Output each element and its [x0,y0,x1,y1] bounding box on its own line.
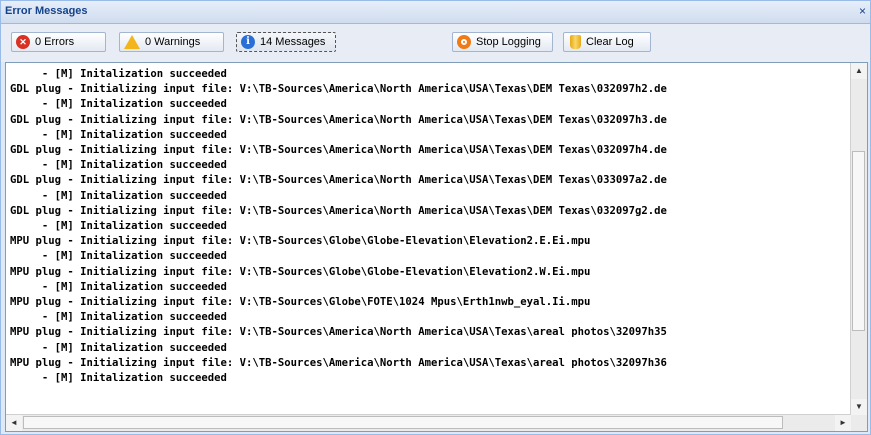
log-line: - [M] Initalization succeeded [10,280,227,293]
log-line: - [M] Initalization succeeded [10,220,227,233]
log-line: - [M] Initalization succeeded [10,128,227,141]
warning-icon [124,35,140,49]
horizontal-scrollbar[interactable]: ◄ ► [6,414,851,431]
log-line: MPU plug - Initializing input file: V:\T… [10,235,591,248]
log-line: - [M] Initalization succeeded [10,250,227,263]
log-lines: - [M] Initalization succeeded GDL plug - … [10,67,852,411]
clear-log-button[interactable]: Clear Log [563,32,651,52]
log-line: MPU plug - Initializing input file: V:\T… [10,326,667,339]
vertical-scrollbar[interactable]: ▲ ▼ [850,63,867,415]
warnings-filter-button[interactable]: 0 Warnings [119,32,224,52]
log-line: MPU plug - Initializing input file: V:\T… [10,265,591,278]
log-line: - [M] Initalization succeeded [10,372,227,385]
log-line: - [M] Initalization succeeded [10,189,227,202]
errors-filter-button[interactable]: 0 Errors [11,32,106,52]
clear-log-icon [570,35,581,49]
stop-logging-label: Stop Logging [476,36,541,48]
log-line: GDL plug - Initializing input file: V:\T… [10,83,667,96]
messages-filter-button[interactable]: 14 Messages [236,32,336,52]
stop-logging-button[interactable]: Stop Logging [452,32,553,52]
scroll-up-icon[interactable]: ▲ [851,63,867,79]
info-icon [241,35,255,49]
toolbar: 0 Errors 0 Warnings 14 Messages Stop Log… [1,24,870,62]
error-messages-panel: Error Messages × 0 Errors 0 Warnings 14 … [0,0,871,435]
scroll-down-icon[interactable]: ▼ [851,399,867,415]
log-line: MPU plug - Initializing input file: V:\T… [10,356,667,369]
close-icon[interactable]: × [859,4,866,18]
log-line: GDL plug - Initializing input file: V:\T… [10,204,667,217]
errors-label: 0 Errors [35,36,75,48]
horizontal-scroll-thumb[interactable] [23,416,783,429]
scroll-right-icon[interactable]: ► [835,415,851,431]
log-line: GDL plug - Initializing input file: V:\T… [10,174,667,187]
log-line: - [M] Initalization succeeded [10,311,227,324]
panel-header: Error Messages × [1,1,870,24]
log-line: MPU plug - Initializing input file: V:\T… [10,296,591,309]
log-line: GDL plug - Initializing input file: V:\T… [10,113,667,126]
stop-icon [457,35,471,49]
log-line: - [M] Initalization succeeded [10,341,227,354]
messages-label: 14 Messages [260,36,326,48]
panel-title: Error Messages [5,5,88,17]
scroll-left-icon[interactable]: ◄ [6,415,22,431]
scrollbar-corner [851,415,867,431]
log-line: - [M] Initalization succeeded [10,68,227,80]
log-line: - [M] Initalization succeeded [10,98,227,111]
clear-log-label: Clear Log [586,36,634,48]
log-line: - [M] Initalization succeeded [10,159,227,172]
vertical-scroll-thumb[interactable] [852,151,865,331]
error-icon [16,35,30,49]
log-area[interactable]: - [M] Initalization succeeded GDL plug - … [5,62,868,432]
warnings-label: 0 Warnings [145,36,201,48]
log-line: GDL plug - Initializing input file: V:\T… [10,144,667,157]
